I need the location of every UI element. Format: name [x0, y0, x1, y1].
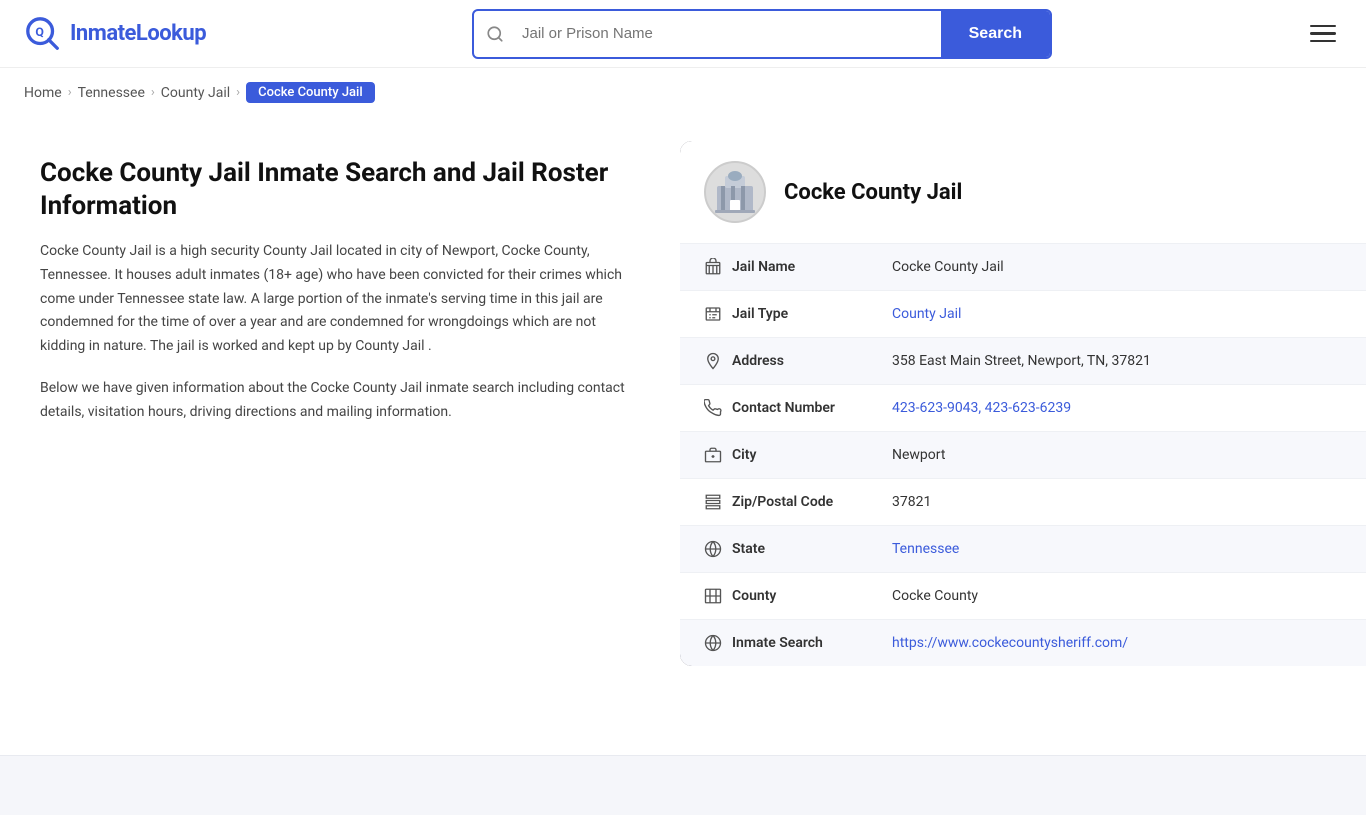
info-row-8: Inmate Searchhttps://www.cockecountysher…: [680, 619, 1366, 666]
info-row-4: CityNewport: [680, 431, 1366, 478]
header: Q InmateLookup Search: [0, 0, 1366, 68]
row-label-3: Contact Number: [732, 400, 892, 416]
info-row-1: Jail TypeCounty Jail: [680, 290, 1366, 337]
info-row-5: Zip/Postal Code37821: [680, 478, 1366, 525]
jail-info-card: Cocke County Jail Jail NameCocke County …: [680, 141, 1366, 666]
hamburger-menu[interactable]: [1304, 19, 1342, 49]
row-label-2: Address: [732, 353, 892, 369]
search-button[interactable]: Search: [941, 11, 1050, 57]
type-icon: [704, 305, 732, 323]
card-avatar: [704, 161, 766, 223]
row-label-5: Zip/Postal Code: [732, 494, 892, 510]
row-value-1[interactable]: County Jail: [892, 306, 1342, 322]
county-icon: [704, 587, 732, 605]
row-value-4: Newport: [892, 447, 1342, 463]
info-row-0: Jail NameCocke County Jail: [680, 243, 1366, 290]
row-label-8: Inmate Search: [732, 635, 892, 651]
building-icon: [709, 166, 761, 218]
city-icon: [704, 446, 732, 464]
row-link-6[interactable]: Tennessee: [892, 541, 959, 557]
row-value-5: 37821: [892, 494, 1342, 510]
card-title: Cocke County Jail: [784, 180, 962, 205]
row-value-8[interactable]: https://www.cockecountysheriff.com/: [892, 635, 1342, 651]
breadcrumb-sep-2: ›: [151, 85, 155, 100]
svg-text:Q: Q: [35, 25, 44, 39]
phone-icon: [704, 399, 732, 417]
row-value-0: Cocke County Jail: [892, 259, 1342, 275]
search-area: Search: [244, 9, 1280, 59]
logo-link[interactable]: Q InmateLookup: [24, 15, 244, 53]
breadcrumb-tennessee[interactable]: Tennessee: [78, 85, 145, 101]
jail-icon: [704, 258, 732, 276]
row-value-3[interactable]: 423-623-9043, 423-623-6239: [892, 400, 1342, 416]
main-layout: Cocke County Jail Inmate Search and Jail…: [0, 117, 1366, 755]
row-link-3[interactable]: 423-623-9043, 423-623-6239: [892, 400, 1071, 416]
address-icon: [704, 352, 732, 370]
row-label-1: Jail Type: [732, 306, 892, 322]
row-link-8[interactable]: https://www.cockecountysheriff.com/: [892, 635, 1128, 651]
row-label-4: City: [732, 447, 892, 463]
info-row-7: CountyCocke County: [680, 572, 1366, 619]
info-table: Jail NameCocke County JailJail TypeCount…: [680, 243, 1366, 666]
left-content: Cocke County Jail Inmate Search and Jail…: [0, 117, 680, 755]
row-value-2: 358 East Main Street, Newport, TN, 37821: [892, 353, 1342, 369]
row-label-6: State: [732, 541, 892, 557]
row-link-1[interactable]: County Jail: [892, 306, 961, 322]
breadcrumb: Home › Tennessee › County Jail › Cocke C…: [0, 68, 1366, 117]
page-sub-description: Below we have given information about th…: [40, 377, 640, 425]
zip-icon: [704, 493, 732, 511]
breadcrumb-sep-3: ›: [236, 85, 240, 100]
info-row-3: Contact Number423-623-9043, 423-623-6239: [680, 384, 1366, 431]
breadcrumb-county-jail[interactable]: County Jail: [161, 85, 230, 101]
bottom-bar: [0, 755, 1366, 815]
search-icon: [474, 25, 514, 43]
breadcrumb-sep-1: ›: [68, 85, 72, 100]
page-description: Cocke County Jail is a high security Cou…: [40, 240, 640, 359]
row-label-0: Jail Name: [732, 259, 892, 275]
web-icon: [704, 634, 732, 652]
row-label-7: County: [732, 588, 892, 604]
search-input[interactable]: [514, 15, 941, 52]
card-header: Cocke County Jail: [680, 141, 1366, 243]
info-row-2: Address358 East Main Street, Newport, TN…: [680, 337, 1366, 384]
row-value-6[interactable]: Tennessee: [892, 541, 1342, 557]
logo-text: InmateLookup: [70, 21, 206, 46]
row-value-7: Cocke County: [892, 588, 1342, 604]
search-form: Search: [472, 9, 1052, 59]
state-icon: [704, 540, 732, 558]
info-row-6: StateTennessee: [680, 525, 1366, 572]
breadcrumb-home[interactable]: Home: [24, 85, 62, 101]
breadcrumb-active: Cocke County Jail: [246, 82, 375, 103]
logo-icon: Q: [24, 15, 62, 53]
page-title: Cocke County Jail Inmate Search and Jail…: [40, 157, 640, 222]
